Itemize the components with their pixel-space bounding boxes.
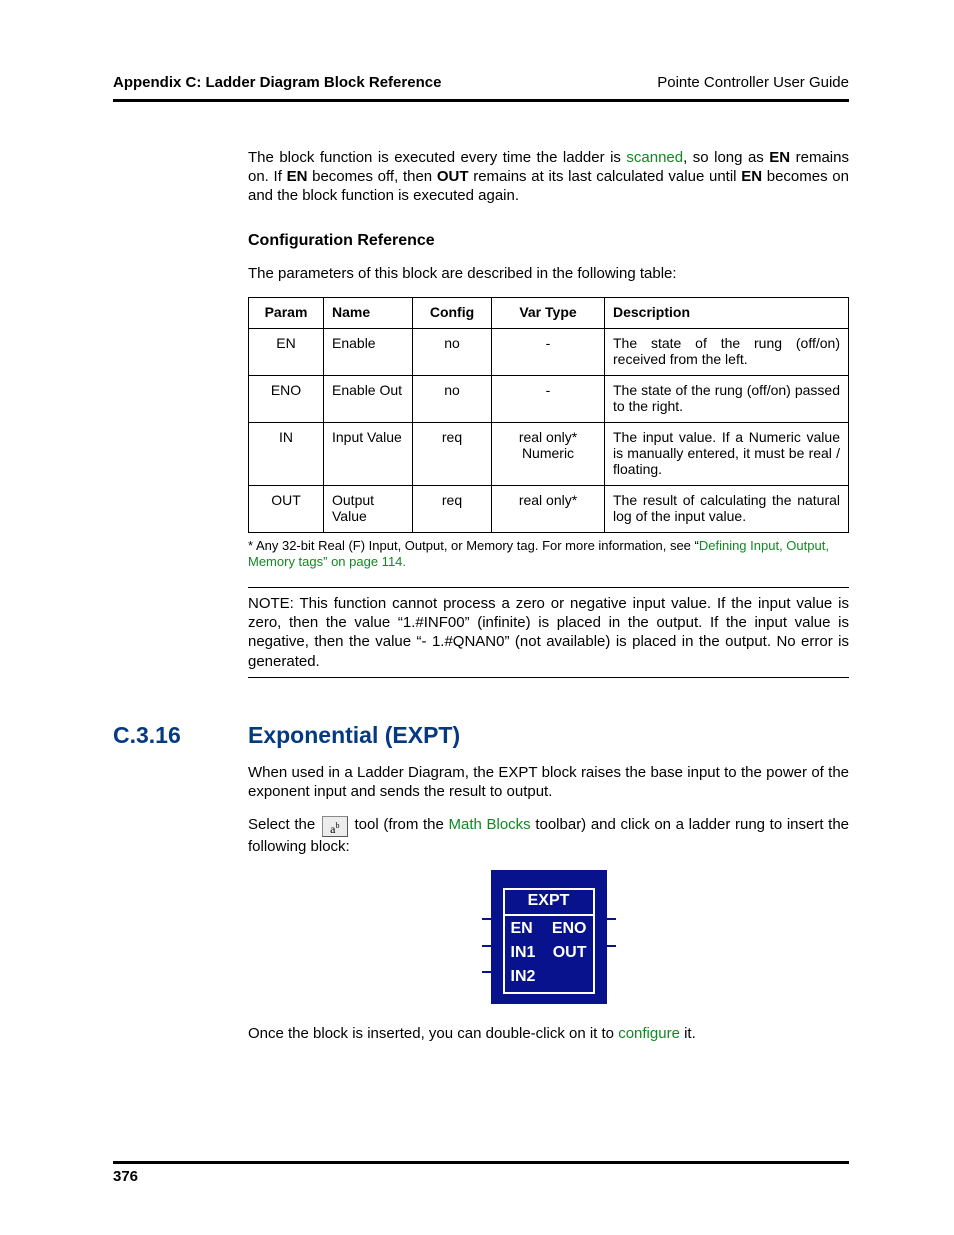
- pin-eno: [606, 918, 616, 920]
- tool-icon-sup: b: [336, 821, 340, 830]
- block-eno: ENO: [549, 920, 587, 938]
- table-footnote: * Any 32-bit Real (F) Input, Output, or …: [248, 538, 849, 571]
- cell-param: OUT: [249, 485, 324, 532]
- cell-name: Input Value: [324, 422, 413, 485]
- config-reference-heading: Configuration Reference: [248, 232, 849, 250]
- link-scanned[interactable]: scanned: [626, 149, 683, 166]
- pin-in2: [482, 971, 492, 973]
- page-number: 376: [113, 1168, 849, 1185]
- text-en: EN: [741, 168, 762, 185]
- cell-name: Enable Out: [324, 375, 413, 422]
- cell-config: req: [413, 485, 492, 532]
- expt-block-figure: EXPT EN ENO IN1 OUT IN2: [491, 870, 607, 1004]
- text-en: EN: [769, 149, 790, 166]
- text: ” on page 114.: [323, 554, 406, 569]
- cell-param: EN: [249, 328, 324, 375]
- block-in2: IN2: [511, 968, 549, 986]
- cell-desc: The state of the rung (off/on) passed to…: [605, 375, 849, 422]
- cell-vartype: real only*: [492, 485, 605, 532]
- text: , so long as: [683, 149, 769, 166]
- section-number: C.3.16: [113, 722, 248, 749]
- link-configure[interactable]: configure: [618, 1025, 680, 1042]
- cell-desc: The result of calculating the natural lo…: [605, 485, 849, 532]
- header-left: Appendix C: Ladder Diagram Block Referen…: [113, 74, 441, 91]
- block-title: EXPT: [505, 890, 593, 914]
- header-rule: [113, 99, 849, 102]
- table-header-row: Param Name Config Var Type Description: [249, 297, 849, 328]
- section-title: Exponential (EXPT): [248, 722, 460, 749]
- table-row: EN Enable no - The state of the rung (of…: [249, 328, 849, 375]
- note-rule-bottom: [248, 677, 849, 678]
- pin-out: [606, 945, 616, 947]
- block-in1: IN1: [511, 944, 549, 962]
- col-param: Param: [249, 297, 324, 328]
- cell-param: ENO: [249, 375, 324, 422]
- cell-name: Enable: [324, 328, 413, 375]
- cell-vartype: real only* Numeric: [492, 422, 605, 485]
- text: tool (from the: [350, 816, 449, 833]
- block-out: OUT: [549, 944, 587, 962]
- section-intro: When used in a Ladder Diagram, the EXPT …: [248, 763, 849, 801]
- text: Select the: [248, 816, 320, 833]
- cell-config: req: [413, 422, 492, 485]
- col-name: Name: [324, 297, 413, 328]
- table-row: IN Input Value req real only* Numeric Th…: [249, 422, 849, 485]
- col-config: Config: [413, 297, 492, 328]
- text: * Any 32-bit Real (F) Input, Output, or …: [248, 538, 699, 553]
- pin-in1: [482, 945, 492, 947]
- pin-en: [482, 918, 492, 920]
- text-en: EN: [287, 168, 308, 185]
- text: The block function is executed every tim…: [248, 149, 626, 166]
- text: Once the block is inserted, you can doub…: [248, 1025, 618, 1042]
- section-configure: Once the block is inserted, you can doub…: [248, 1024, 849, 1043]
- text: remains at its last calculated value unt…: [469, 168, 742, 185]
- note-text: NOTE: This function cannot process a zer…: [248, 588, 849, 677]
- text: becomes off, then: [307, 168, 436, 185]
- section-select-tool: Select the ab tool (from the Math Blocks…: [248, 815, 849, 856]
- cell-vartype: -: [492, 328, 605, 375]
- table-row: ENO Enable Out no - The state of the run…: [249, 375, 849, 422]
- block-en: EN: [511, 920, 549, 938]
- col-vartype: Var Type: [492, 297, 605, 328]
- footer-rule: [113, 1161, 849, 1164]
- params-table: Param Name Config Var Type Description E…: [248, 297, 849, 533]
- table-row: OUT Output Value req real only* The resu…: [249, 485, 849, 532]
- intro-paragraph: The block function is executed every tim…: [248, 148, 849, 206]
- link-math-blocks[interactable]: Math Blocks: [448, 816, 530, 833]
- text-out: OUT: [437, 168, 469, 185]
- block-empty: [549, 968, 587, 986]
- cell-config: no: [413, 328, 492, 375]
- col-description: Description: [605, 297, 849, 328]
- cell-desc: The state of the rung (off/on) received …: [605, 328, 849, 375]
- text: it.: [680, 1025, 696, 1042]
- config-reference-lead: The parameters of this block are describ…: [248, 264, 849, 283]
- cell-vartype: -: [492, 375, 605, 422]
- expt-tool-icon: ab: [322, 816, 348, 837]
- cell-desc: The input value. If a Numeric value is m…: [605, 422, 849, 485]
- cell-name: Output Value: [324, 485, 413, 532]
- cell-config: no: [413, 375, 492, 422]
- header-right: Pointe Controller User Guide: [657, 74, 849, 91]
- cell-param: IN: [249, 422, 324, 485]
